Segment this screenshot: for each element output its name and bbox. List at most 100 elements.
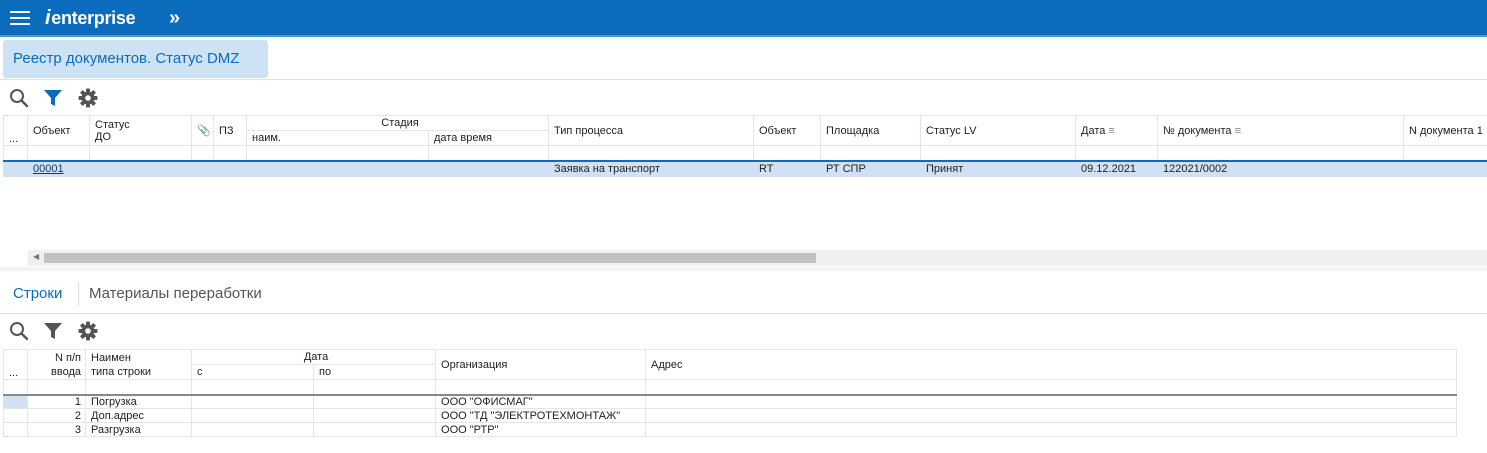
col-doc-no[interactable]: № документа ≡ [1157, 115, 1404, 146]
col-address[interactable]: Адрес [645, 349, 1458, 380]
cell-organization[interactable]: ООО "РТР" [435, 422, 647, 437]
col-organization[interactable]: Организация [435, 349, 647, 380]
paperclip-icon[interactable]: 📎 [191, 115, 214, 146]
gear-icon[interactable] [77, 87, 99, 109]
row-marker[interactable] [3, 422, 28, 437]
cell-doc-no[interactable]: 122021/0002 [1157, 160, 1404, 177]
cell-status-lv[interactable]: Принят [920, 160, 1076, 177]
tab-processing-materials[interactable]: Материалы переработки [89, 285, 262, 302]
row-marker[interactable] [3, 394, 28, 409]
search-icon[interactable] [8, 320, 30, 342]
filter-cell[interactable] [435, 379, 647, 395]
filter-cell[interactable] [191, 145, 214, 161]
cell-date-from[interactable] [191, 408, 314, 423]
filter-cell[interactable] [3, 379, 28, 395]
filter-cell[interactable] [27, 145, 90, 161]
col-object[interactable]: Объект [27, 115, 90, 146]
cell-status-do[interactable] [89, 160, 192, 177]
cell-site[interactable]: РТ СПР [820, 160, 921, 177]
col-stage[interactable]: Стадия [246, 115, 549, 131]
cell-date-from[interactable] [191, 394, 314, 409]
filter-cell[interactable] [1157, 145, 1404, 161]
filter-cell[interactable] [3, 145, 28, 161]
cell-n-doc[interactable] [1403, 160, 1487, 177]
search-icon[interactable] [8, 87, 30, 109]
cell-date-to[interactable] [312, 422, 437, 437]
cell-object-2[interactable]: RT [753, 160, 821, 177]
filter-cell[interactable] [428, 145, 549, 161]
filter-cell[interactable] [246, 145, 429, 161]
filter-row[interactable] [3, 379, 1458, 395]
cell-object[interactable]: 00001 [27, 160, 90, 177]
cell-date-from[interactable] [191, 422, 314, 437]
filter-cell[interactable] [920, 145, 1076, 161]
cell-address[interactable] [645, 408, 1458, 423]
filter-cell[interactable] [753, 145, 821, 161]
sort-icon[interactable]: ≡ [1235, 125, 1241, 137]
cell-attach[interactable] [191, 160, 214, 177]
sort-icon[interactable]: ≡ [1108, 125, 1114, 137]
filter-cell[interactable] [820, 145, 921, 161]
filter-cell[interactable] [27, 379, 86, 395]
col-date-from[interactable]: с [191, 364, 314, 380]
cell-pz[interactable] [213, 160, 247, 177]
filter-cell[interactable] [1403, 145, 1487, 161]
row-marker[interactable] [3, 160, 28, 177]
col-date[interactable]: Дата [190, 349, 437, 365]
cell-organization[interactable]: ООО "ТД "ЭЛЕКТРОТЕХМОНТАЖ" [435, 408, 647, 423]
cell-line-number[interactable]: 2 [27, 408, 86, 423]
col-date-to[interactable]: по [312, 364, 437, 380]
table-row[interactable]: 1 Погрузка ООО "ОФИСМАГ" [3, 394, 1458, 409]
filter-icon[interactable] [42, 87, 64, 109]
col-date[interactable]: Дата ≡ [1075, 115, 1158, 146]
cell-date-to[interactable] [312, 394, 437, 409]
filter-cell[interactable] [312, 379, 437, 395]
document-tab[interactable]: Реестр документов. Статус DMZ [3, 40, 268, 78]
col-site[interactable]: Площадка [820, 115, 921, 146]
table-row[interactable]: 00001 Заявка на транспорт RT РТ СПР Прин… [3, 160, 1487, 177]
cell-line-number[interactable]: 3 [27, 422, 86, 437]
cell-stage-name[interactable] [246, 160, 429, 177]
app-logo[interactable]: ienterprise [45, 7, 136, 30]
col-process-type[interactable]: Тип процесса [548, 115, 754, 146]
row-marker[interactable] [3, 408, 28, 423]
filter-icon[interactable] [42, 320, 64, 342]
cell-line-number[interactable]: 1 [27, 394, 86, 409]
cell-line-type[interactable]: Разгрузка [85, 422, 192, 437]
filter-cell[interactable] [89, 145, 192, 161]
tab-lines[interactable]: Строки [13, 285, 62, 302]
cell-date-to[interactable] [312, 408, 437, 423]
filter-cell[interactable] [85, 379, 192, 395]
scroll-left-icon[interactable]: ◀ [33, 252, 39, 261]
filter-cell[interactable] [1075, 145, 1158, 161]
col-pz[interactable]: ПЗ [213, 115, 247, 146]
row-menu-header[interactable]: ... [3, 349, 28, 380]
filter-cell[interactable] [548, 145, 754, 161]
col-n-doc[interactable]: N документа 1 [1403, 115, 1487, 146]
cell-address[interactable] [645, 422, 1458, 437]
col-status-do[interactable]: Статус ДО [89, 115, 192, 146]
cell-line-type[interactable]: Погрузка [85, 394, 192, 409]
col-stage-datetime[interactable]: дата время [428, 130, 549, 146]
filter-cell[interactable] [213, 145, 247, 161]
filter-cell[interactable] [645, 379, 1458, 395]
table-row[interactable]: 2 Доп.адрес ООО "ТД "ЭЛЕКТРОТЕХМОНТАЖ" [3, 408, 1458, 423]
scrollbar-thumb[interactable] [44, 253, 816, 263]
col-line-number[interactable]: N п/п ввода [27, 349, 86, 380]
filter-cell[interactable] [191, 379, 314, 395]
expand-nav-icon[interactable]: » [169, 7, 180, 30]
cell-address[interactable] [645, 394, 1458, 409]
cell-process-type[interactable]: Заявка на транспорт [548, 160, 754, 177]
hamburger-menu-icon[interactable] [10, 11, 30, 25]
filter-row[interactable] [3, 145, 1487, 161]
row-menu-header[interactable]: ... [3, 115, 28, 146]
cell-stage-datetime[interactable] [428, 160, 549, 177]
col-object-2[interactable]: Объект [753, 115, 821, 146]
cell-organization[interactable]: ООО "ОФИСМАГ" [435, 394, 647, 409]
gear-icon[interactable] [77, 320, 99, 342]
col-line-type[interactable]: Наимен типа строки [85, 349, 192, 380]
col-status-lv[interactable]: Статус LV [920, 115, 1076, 146]
cell-line-type[interactable]: Доп.адрес [85, 408, 192, 423]
col-stage-name[interactable]: наим. [246, 130, 429, 146]
cell-date[interactable]: 09.12.2021 [1075, 160, 1158, 177]
